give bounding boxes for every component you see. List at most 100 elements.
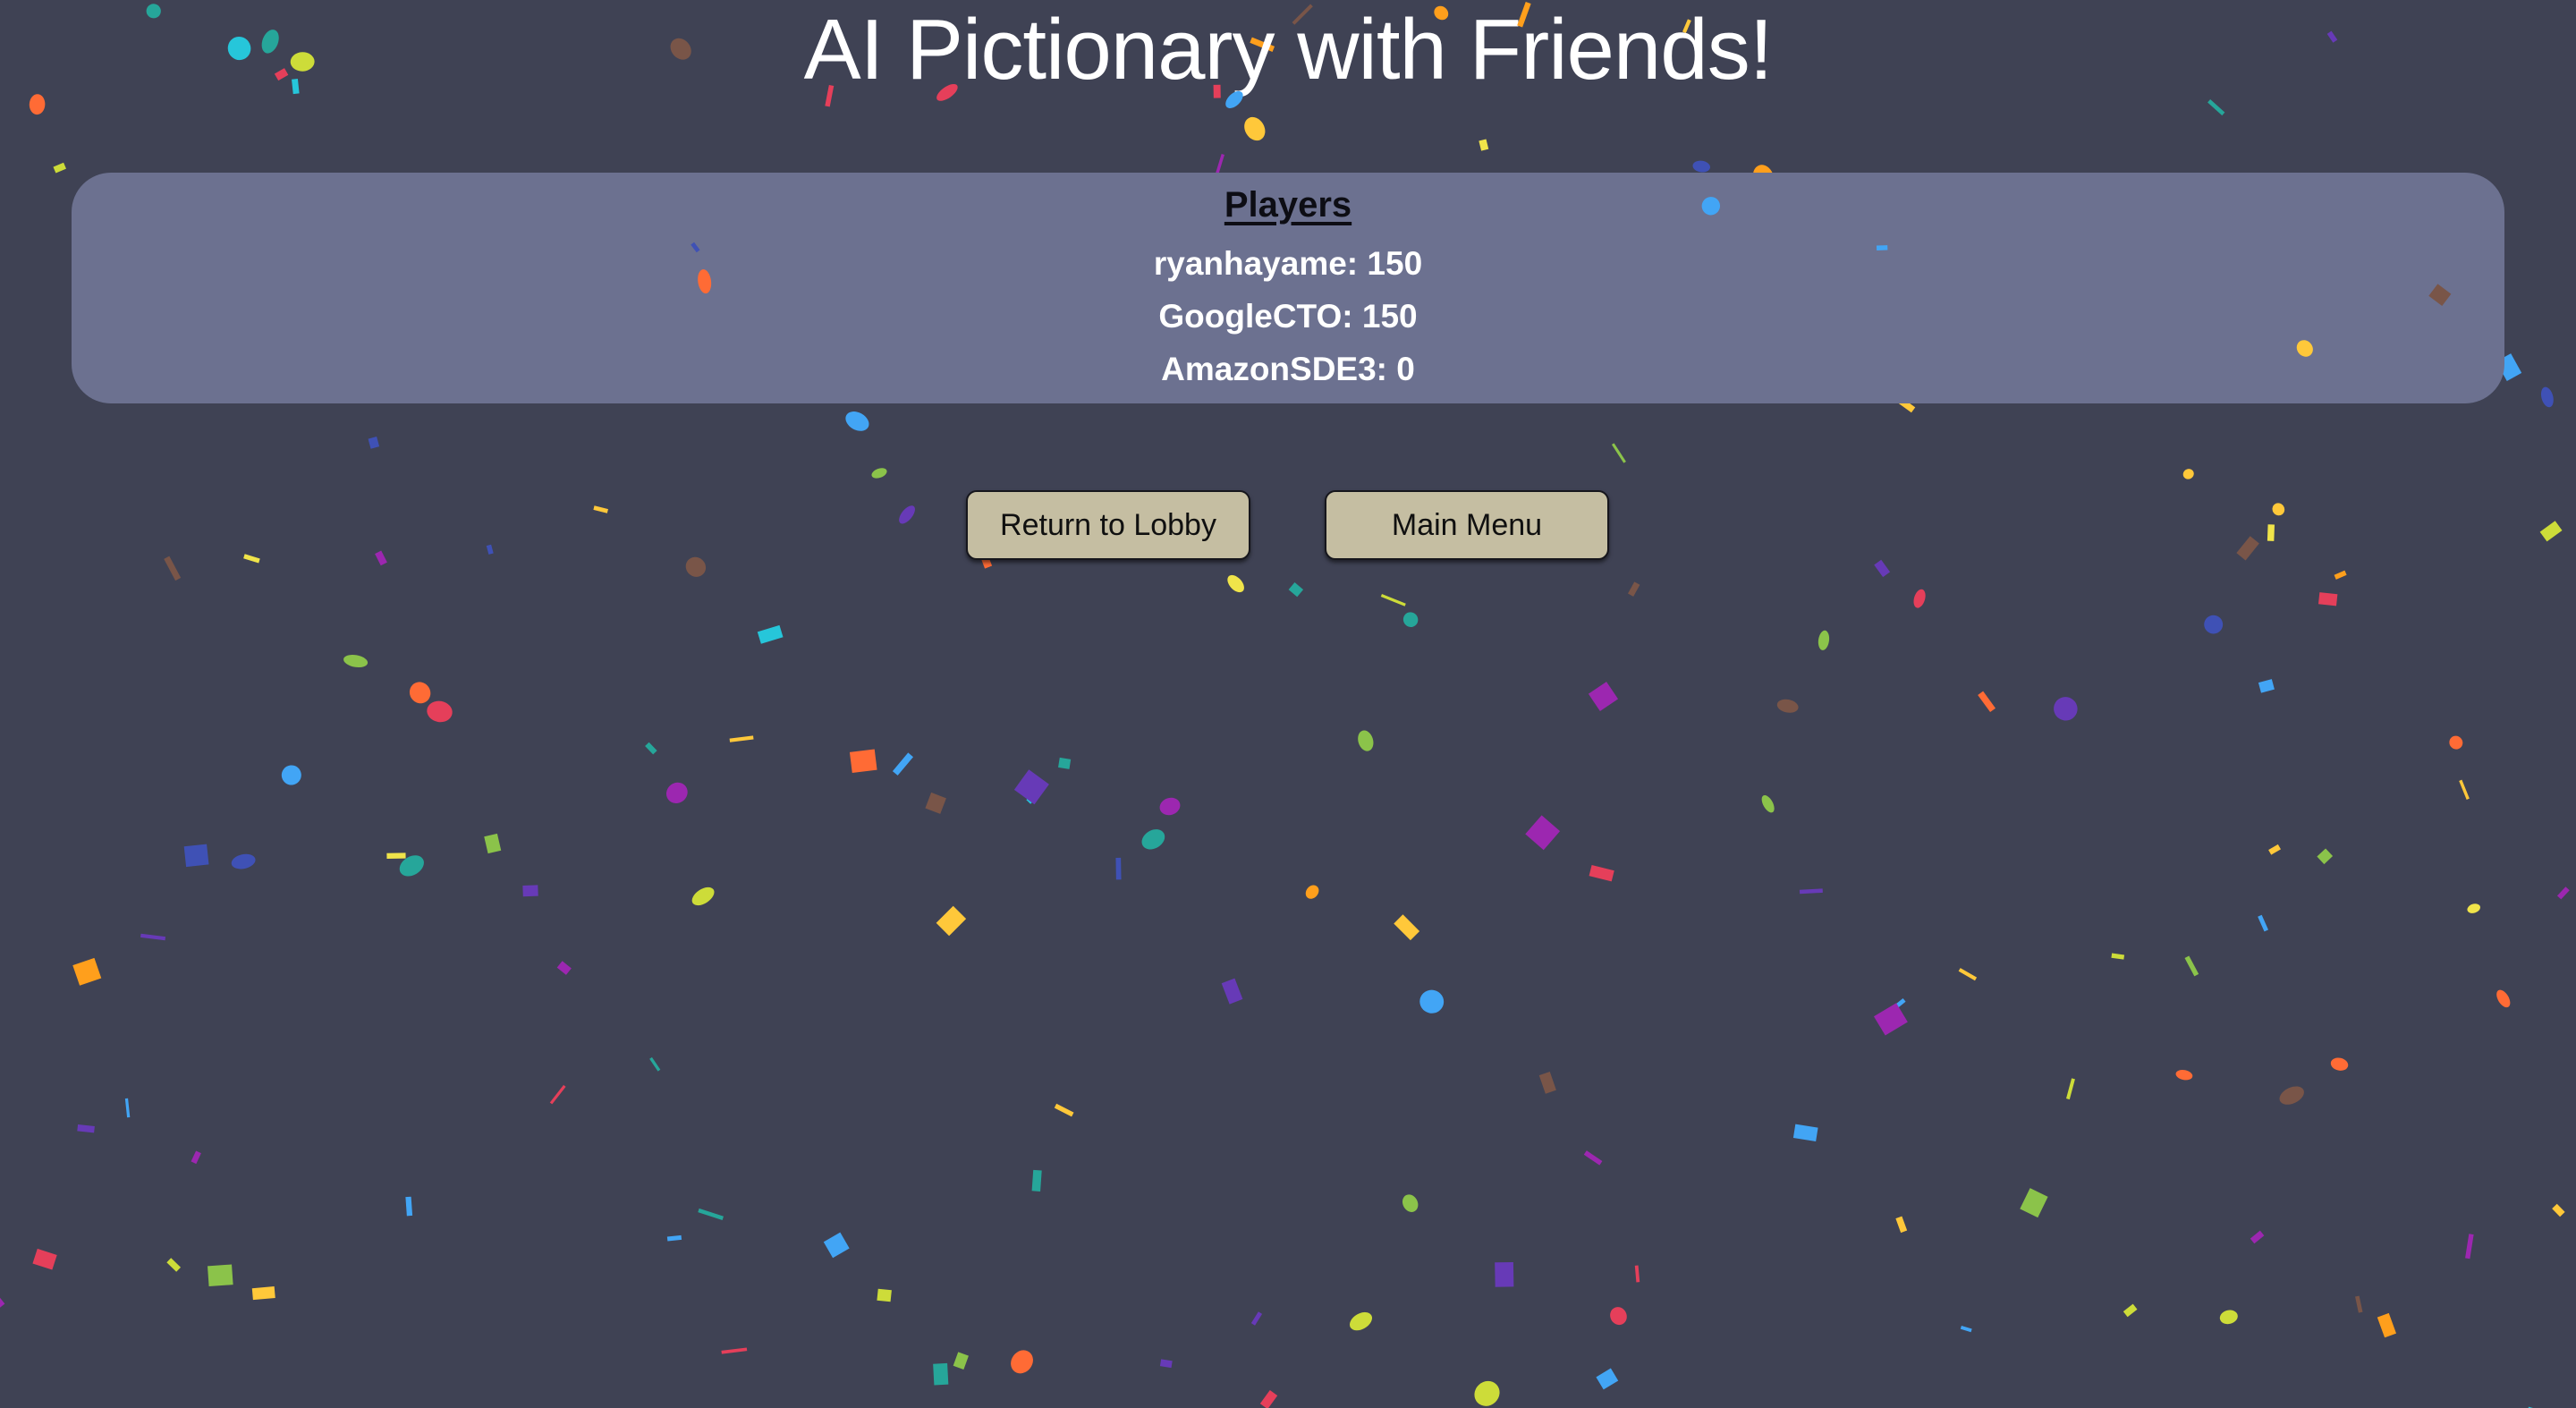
confetti-piece (877, 1288, 892, 1302)
confetti-piece (845, 411, 869, 431)
confetti-piece (2317, 848, 2334, 865)
confetti-piece (1913, 589, 1926, 608)
confetti-piece (1259, 1390, 1278, 1408)
confetti-piece (2123, 1303, 2138, 1318)
confetti-piece (925, 792, 946, 814)
confetti-piece (1692, 160, 1710, 173)
confetti-piece (1818, 630, 1830, 650)
confetti-piece (2250, 1230, 2265, 1244)
confetti-piece (1495, 1261, 1514, 1287)
confetti-piece (375, 550, 387, 566)
confetti-piece (484, 833, 502, 854)
confetti-piece (72, 957, 102, 986)
confetti-piece (1394, 914, 1420, 941)
confetti-piece (1013, 769, 1049, 805)
confetti-piece (208, 1264, 233, 1286)
confetti-piece (2355, 1295, 2363, 1313)
confetti-piece (2556, 886, 2570, 900)
results-screen: AI Pictionary with Friends! Players ryan… (0, 0, 2576, 1408)
confetti-piece (1402, 1194, 1419, 1212)
main-menu-button[interactable]: Main Menu (1325, 490, 1609, 560)
confetti-piece (649, 1056, 661, 1072)
players-heading: Players (1224, 185, 1352, 225)
confetti-piece (1305, 885, 1319, 899)
confetti-piece (0, 1289, 5, 1319)
confetti-piece (124, 1098, 131, 1118)
confetti-piece (409, 682, 431, 704)
confetti-piece (2377, 1312, 2397, 1338)
confetti-piece (936, 905, 967, 937)
player-list: ryanhayame: 150 GoogleCTO: 150 AmazonSDE… (0, 237, 2576, 395)
confetti-piece (32, 1248, 57, 1270)
confetti-piece (1588, 682, 1619, 711)
confetti-piece (2236, 536, 2259, 561)
confetti-piece (368, 437, 380, 449)
confetti-piece (2279, 1086, 2304, 1105)
confetti-piece (729, 735, 754, 742)
confetti-piece (2258, 914, 2269, 932)
confetti-piece (721, 1347, 748, 1354)
confetti-piece (251, 1286, 275, 1301)
confetti-piece (2111, 953, 2125, 960)
confetti-piece (2175, 1069, 2193, 1081)
confetti-piece (191, 1150, 201, 1165)
confetti-piece (953, 1352, 969, 1370)
confetti-piece (1250, 1311, 1263, 1326)
confetti-piece (1894, 998, 1906, 1009)
confetti-piece (1115, 857, 1122, 880)
confetti-piece (2465, 1234, 2474, 1260)
confetti-piece (685, 556, 707, 577)
confetti-piece (1159, 1359, 1173, 1369)
confetti-piece (2207, 99, 2225, 116)
confetti-piece (1610, 1307, 1627, 1326)
confetti-piece (1978, 691, 1996, 713)
confetti-piece (522, 885, 538, 897)
confetti-piece (53, 162, 66, 174)
confetti-piece (892, 752, 914, 776)
confetti-piece (1792, 1124, 1818, 1141)
confetti-piece (556, 961, 572, 975)
confetti-piece (1611, 443, 1626, 463)
confetti-piece (405, 1196, 413, 1217)
confetti-piece (1244, 116, 1266, 141)
confetti-piece (666, 1234, 682, 1242)
confetti-piece (2459, 779, 2470, 800)
player-score-row: AmazonSDE3: 0 (1161, 351, 1415, 387)
confetti-piece (2020, 1188, 2048, 1218)
confetti-piece (2552, 1203, 2565, 1217)
confetti-piece (698, 1208, 724, 1220)
confetti-piece (1799, 888, 1823, 895)
confetti-piece (1474, 1380, 1500, 1406)
confetti-piece (2054, 697, 2078, 721)
confetti-piece (1874, 559, 1891, 578)
confetti-piece (281, 765, 301, 785)
confetti-piece (166, 1258, 182, 1272)
confetti-piece (343, 654, 369, 668)
player-score-row: ryanhayame: 150 (1153, 245, 1423, 282)
confetti-piece (164, 556, 182, 581)
confetti-piece (1402, 612, 1419, 627)
confetti-piece (2184, 955, 2199, 977)
confetti-piece (427, 700, 453, 723)
confetti-piece (1479, 139, 1489, 151)
confetti-piece (871, 468, 887, 479)
confetti-piece (1380, 593, 1406, 606)
confetti-piece (1627, 581, 1640, 597)
confetti-piece (231, 853, 256, 869)
confetti-piece (486, 544, 494, 555)
confetti-piece (1525, 815, 1561, 851)
confetti-piece (399, 855, 424, 877)
confetti-piece (1011, 1350, 1033, 1374)
confetti-piece (593, 505, 608, 513)
confetti-piece (1031, 1169, 1042, 1192)
confetti-piece (2334, 570, 2347, 580)
page-title: AI Pictionary with Friends! (803, 2, 1774, 98)
confetti-piece (2449, 735, 2463, 750)
confetti-piece (645, 742, 657, 755)
confetti-piece (1958, 968, 1978, 981)
confetti-piece (2272, 503, 2285, 516)
confetti-piece (1895, 1216, 1908, 1234)
return-to-lobby-button[interactable]: Return to Lobby (966, 490, 1250, 560)
confetti-piece (1960, 1325, 1972, 1333)
confetti-piece (2330, 1057, 2349, 1071)
